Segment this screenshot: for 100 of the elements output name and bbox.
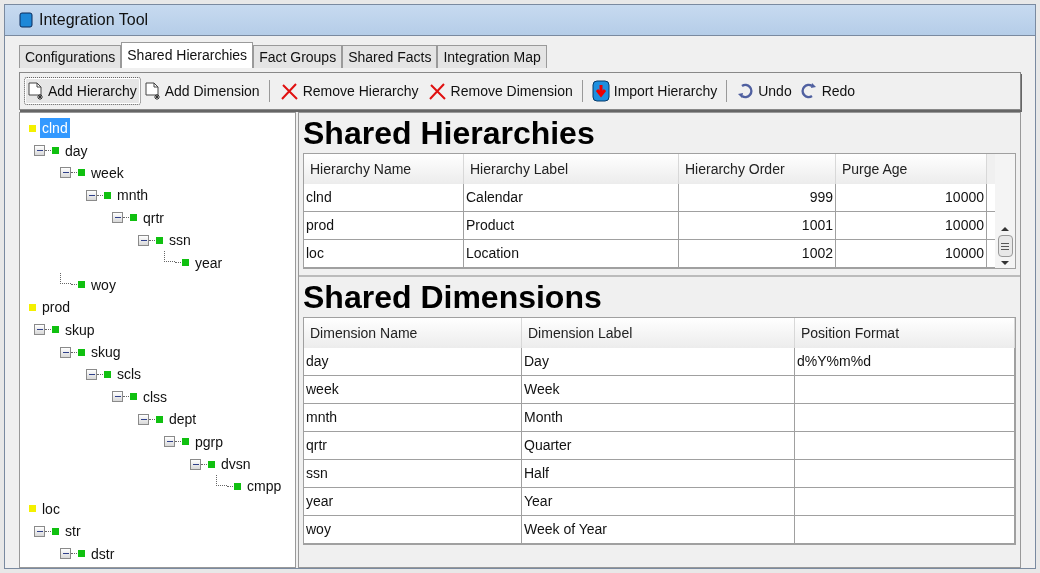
tab[interactable]: Configurations — [19, 45, 122, 68]
dimension-square-icon — [52, 147, 59, 155]
table-cell-text: qrtr — [306, 436, 327, 455]
app-icon — [19, 12, 33, 28]
column-header[interactable]: Dimension Name — [304, 318, 522, 348]
table-cell-text: 10000 — [945, 188, 984, 207]
table-cell-text: mnth — [306, 408, 338, 427]
cross-icon — [278, 82, 299, 100]
table-cell-text: day — [306, 352, 329, 371]
toolbar-button[interactable]: Remove Dimension — [422, 77, 577, 105]
table-cell-text: d%Y%m%d — [797, 352, 871, 371]
dimension-square-icon — [234, 482, 241, 490]
tree-item[interactable]: str — [63, 521, 83, 542]
collapse-toggle[interactable] — [86, 369, 97, 380]
dimension-square-icon — [156, 236, 163, 244]
tree-item[interactable]: loc — [40, 498, 62, 519]
tree-item[interactable]: dstr — [89, 543, 117, 564]
collapse-toggle[interactable] — [60, 167, 71, 179]
tree-item[interactable]: week — [89, 162, 126, 183]
tree-item[interactable]: dept — [167, 409, 199, 430]
page-add-icon — [144, 82, 161, 100]
dimension-square-icon — [78, 281, 85, 289]
dimension-square-icon — [104, 191, 111, 199]
tab[interactable]: Shared Hierarchies — [121, 42, 254, 68]
table-cell-text: Quarter — [524, 436, 572, 455]
table-cell-text: year — [306, 492, 334, 511]
tree-item[interactable]: ssn — [167, 230, 193, 251]
tree-item[interactable]: skug — [89, 342, 123, 363]
table-cell-text: Product — [466, 216, 515, 235]
tree-item[interactable]: mnth — [115, 185, 151, 206]
section-heading: Shared Dimensions — [302, 278, 603, 317]
hierarchy-square-icon — [29, 303, 36, 311]
column-header[interactable]: Hierarchy Label — [464, 154, 679, 184]
collapse-toggle[interactable] — [112, 391, 123, 403]
table-cell-text: Location — [466, 244, 519, 263]
column-header[interactable]: Hierarchy Order — [679, 154, 836, 184]
collapse-toggle[interactable] — [60, 346, 71, 358]
tree-item[interactable]: year — [193, 252, 225, 273]
column-header[interactable]: Dimension Label — [522, 318, 795, 348]
column-header[interactable]: Hierarchy Name — [304, 154, 464, 184]
tree-item[interactable]: qrtr — [141, 207, 166, 228]
toolbar-button[interactable]: Add Dimension — [140, 77, 264, 105]
tree-item[interactable]: pgrp — [193, 431, 226, 452]
dimension-square-icon — [208, 460, 215, 468]
tree-item[interactable]: day — [63, 140, 90, 161]
toolbar-button[interactable]: Import Hierarchy — [587, 77, 722, 105]
collapse-toggle[interactable] — [190, 458, 201, 470]
table-cell-text: Calendar — [466, 188, 523, 207]
table-cell-text: clnd — [306, 188, 332, 207]
import-icon — [591, 80, 610, 102]
dimension-square-icon — [78, 169, 85, 177]
window-title: Integration Tool — [39, 10, 149, 30]
scrollbar[interactable] — [995, 154, 1015, 268]
redo-icon — [799, 82, 818, 100]
dimension-square-icon — [182, 259, 189, 267]
collapse-toggle[interactable] — [86, 189, 97, 201]
dimension-square-icon — [182, 438, 189, 446]
cross-icon — [426, 82, 447, 100]
table-cell-text: 1001 — [801, 216, 833, 235]
scroll-up-icon[interactable] — [1001, 226, 1009, 231]
collapse-toggle[interactable] — [112, 212, 123, 224]
collapse-toggle[interactable] — [138, 234, 149, 246]
table-cell-text: Week — [524, 380, 560, 399]
table-cell-text: Week of Year — [524, 520, 608, 539]
table-cell-text: Month — [524, 408, 563, 427]
tab[interactable]: Integration Map — [437, 45, 547, 68]
table-cell-text: loc — [306, 244, 324, 263]
tree-item[interactable]: scls — [115, 364, 144, 385]
hierarchy-square-icon — [29, 124, 36, 132]
collapse-toggle[interactable] — [34, 525, 45, 537]
scroll-down-icon[interactable] — [1001, 261, 1009, 266]
toolbar-button[interactable]: Undo — [732, 77, 796, 105]
table-cell-text: 1002 — [801, 244, 833, 263]
hierarchy-square-icon — [29, 505, 36, 513]
tree-item[interactable]: cmpp — [245, 476, 284, 497]
tree-item[interactable]: woy — [89, 274, 118, 295]
toolbar-button[interactable]: Redo — [795, 77, 860, 105]
table-cell-text: 10000 — [945, 216, 984, 235]
tree-item[interactable]: clss — [141, 386, 170, 407]
tree-item[interactable]: skup — [63, 319, 97, 340]
tree-item[interactable]: dvsn — [219, 454, 253, 475]
table-cell-text: ssn — [306, 464, 328, 483]
collapse-toggle[interactable] — [34, 324, 45, 336]
table-cell-text: Day — [524, 352, 549, 371]
toolbar-button[interactable]: Remove Hierarchy — [274, 77, 423, 105]
undo-icon — [736, 82, 755, 100]
dimension-square-icon — [52, 326, 59, 334]
table-cell-text: Year — [524, 492, 553, 511]
tab[interactable]: Shared Facts — [342, 45, 438, 68]
column-header[interactable]: Purge Age — [836, 154, 987, 184]
collapse-toggle[interactable] — [138, 413, 149, 425]
collapse-toggle[interactable] — [60, 548, 71, 560]
toolbar-button[interactable]: Add Hierarchy — [24, 77, 141, 105]
dimension-square-icon — [130, 214, 137, 222]
column-header[interactable]: Position Format — [795, 318, 1015, 348]
collapse-toggle[interactable] — [34, 145, 45, 157]
dimension-square-icon — [52, 527, 59, 535]
tree-item[interactable]: prod — [40, 297, 73, 318]
collapse-toggle[interactable] — [164, 436, 175, 448]
tab[interactable]: Fact Groups — [253, 45, 343, 68]
